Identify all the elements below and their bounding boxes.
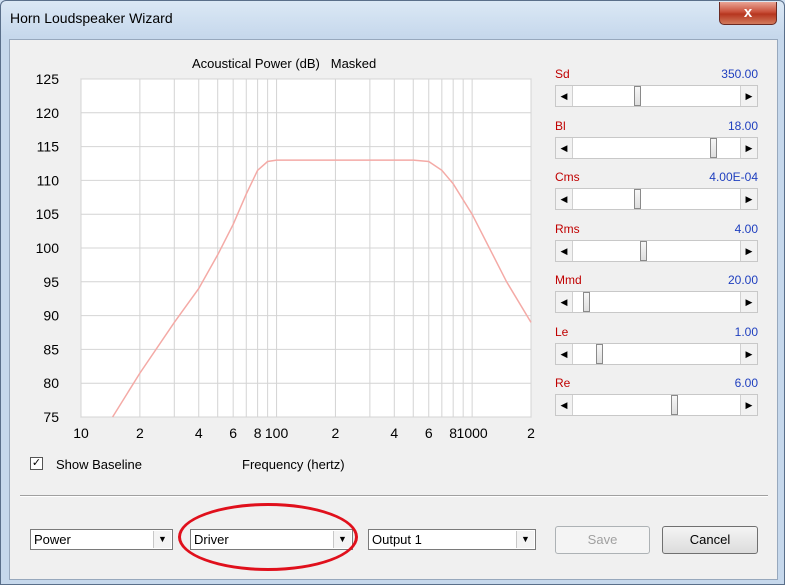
dialog-client-area: Acoustical Power (dB) Masked 75 80 85 90 95 1…	[9, 39, 778, 580]
x-tick-label: 10	[73, 425, 89, 441]
output-value: Output 1	[372, 532, 422, 547]
slider-track-left[interactable]	[572, 189, 634, 209]
arrow-right-icon[interactable]: ▶	[740, 138, 757, 158]
param-slider-bl[interactable]: ◀ ▶	[555, 137, 758, 159]
y-tick-label: 90	[43, 308, 59, 324]
x-tick-label: 100	[265, 425, 289, 441]
param-slider-mmd[interactable]: ◀ ▶	[555, 291, 758, 313]
y-tick-label: 125	[36, 71, 60, 87]
x-tick-label: 2	[332, 425, 340, 441]
param-value-bl: 18.00	[727, 119, 758, 133]
highlight-annotation-circle	[178, 503, 358, 571]
chevron-down-icon[interactable]: ▼	[153, 531, 171, 548]
chevron-down-icon[interactable]: ▼	[516, 531, 534, 548]
arrow-left-icon[interactable]: ◀	[556, 86, 573, 106]
slider-track-left[interactable]	[572, 241, 640, 261]
x-tick-label: 2	[527, 425, 535, 441]
slider-track-left[interactable]	[572, 395, 671, 415]
x-tick-label: 6	[425, 425, 433, 441]
power-chart: 758085909510010511011512012510 2 4 6 8 100 2 4 6…	[36, 71, 535, 441]
param-slider-re[interactable]: ◀ ▶	[555, 394, 758, 416]
param-label-cms: Cms	[555, 170, 580, 184]
param-value-re: 6.00	[734, 376, 758, 390]
close-button[interactable]: x	[719, 2, 777, 25]
param-label-bl: Bl	[555, 119, 566, 133]
param-label-le: Le	[555, 325, 569, 339]
y-tick-label: 105	[36, 206, 60, 222]
y-tick-label: 120	[36, 105, 60, 121]
y-tick-label: 95	[43, 274, 59, 290]
slider-track-right[interactable]	[641, 86, 741, 106]
arrow-right-icon[interactable]: ▶	[740, 241, 757, 261]
x-tick-label: 6	[229, 425, 237, 441]
x-tick-label: 4	[195, 425, 203, 441]
param-slider-le[interactable]: ◀ ▶	[555, 343, 758, 365]
y-tick-label: 75	[43, 409, 59, 425]
arrow-left-icon[interactable]: ◀	[556, 292, 573, 312]
slider-thumb[interactable]	[671, 395, 678, 415]
cancel-button[interactable]: Cancel	[662, 526, 758, 554]
x-tick-label: 1000	[457, 425, 488, 441]
slider-track-left[interactable]	[572, 344, 596, 364]
arrow-right-icon[interactable]: ▶	[740, 344, 757, 364]
window-frame: Horn Loudspeaker Wizard x Acoustical Pow…	[0, 0, 785, 585]
param-label-re: Re	[555, 376, 571, 390]
arrow-left-icon[interactable]: ◀	[556, 395, 573, 415]
param-slider-rms[interactable]: ◀ ▶	[555, 240, 758, 262]
show-baseline-label[interactable]: Show Baseline	[56, 457, 142, 472]
slider-thumb[interactable]	[710, 138, 717, 158]
separator-line	[20, 495, 768, 497]
arrow-left-icon[interactable]: ◀	[556, 344, 573, 364]
param-value-sd: 350.00	[721, 67, 758, 81]
slider-track-right[interactable]	[641, 189, 741, 209]
y-tick-label: 85	[43, 341, 59, 357]
y-tick-label: 80	[43, 375, 59, 391]
slider-track-left[interactable]	[572, 138, 710, 158]
plot-type-combo[interactable]: Power ▼	[30, 529, 173, 550]
show-baseline-checkbox[interactable]: ✓	[30, 457, 43, 470]
arrow-right-icon[interactable]: ▶	[740, 86, 757, 106]
slider-thumb[interactable]	[640, 241, 647, 261]
slider-track-right[interactable]	[647, 241, 741, 261]
slider-track-left[interactable]	[572, 292, 583, 312]
arrow-right-icon[interactable]: ▶	[740, 395, 757, 415]
arrow-left-icon[interactable]: ◀	[556, 241, 573, 261]
arrow-right-icon[interactable]: ▶	[740, 292, 757, 312]
y-tick-label: 110	[37, 172, 60, 188]
x-axis-label: Frequency (hertz)	[242, 457, 345, 472]
arrow-right-icon[interactable]: ▶	[740, 189, 757, 209]
save-button[interactable]: Save	[555, 526, 650, 554]
param-value-le: 1.00	[734, 325, 758, 339]
slider-track-right[interactable]	[590, 292, 741, 312]
slider-thumb[interactable]	[583, 292, 590, 312]
arrow-left-icon[interactable]: ◀	[556, 189, 573, 209]
param-label-sd: Sd	[555, 67, 570, 81]
x-tick-label: 8	[254, 425, 262, 441]
slider-thumb[interactable]	[634, 86, 641, 106]
param-value-rms: 4.00	[734, 222, 758, 236]
arrow-left-icon[interactable]: ◀	[556, 138, 573, 158]
slider-track-right[interactable]	[603, 344, 741, 364]
param-value-cms: 4.00E-04	[709, 170, 758, 184]
output-combo[interactable]: Output 1 ▼	[368, 529, 536, 550]
y-tick-label: 100	[36, 240, 60, 256]
slider-track-right[interactable]	[678, 395, 741, 415]
y-tick-label: 115	[37, 139, 60, 155]
slider-track-left[interactable]	[572, 86, 634, 106]
plot-type-value: Power	[34, 532, 71, 547]
x-tick-label: 2	[136, 425, 144, 441]
param-label-rms: Rms	[555, 222, 580, 236]
param-value-mmd: 20.00	[727, 273, 758, 287]
param-slider-sd[interactable]: ◀ ▶	[555, 85, 758, 107]
slider-thumb[interactable]	[634, 189, 641, 209]
slider-track-right[interactable]	[717, 138, 741, 158]
window-title: Horn Loudspeaker Wizard	[10, 10, 173, 26]
slider-thumb[interactable]	[596, 344, 603, 364]
param-slider-cms[interactable]: ◀ ▶	[555, 188, 758, 210]
x-tick-label: 4	[390, 425, 398, 441]
param-label-mmd: Mmd	[555, 273, 582, 287]
